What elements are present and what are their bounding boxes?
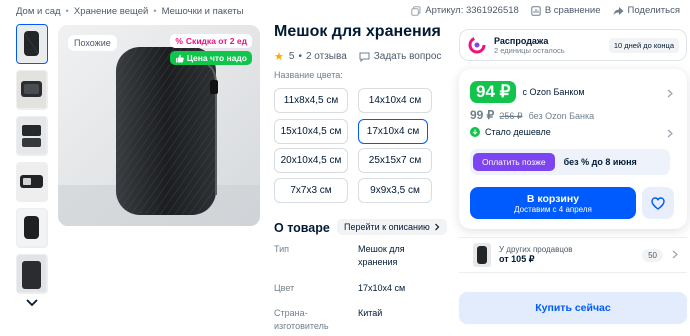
product-meta: Артикул: 3361926518 В сравнение Поделить… <box>411 5 680 16</box>
add-to-cart-label: В корзину <box>526 192 580 205</box>
heart-icon <box>651 196 665 210</box>
chevron-right-icon <box>672 250 678 259</box>
good-price-badge: Цена что надо <box>169 51 252 65</box>
thumbnail-5[interactable] <box>16 208 48 248</box>
breadcrumb-item-storage[interactable]: Хранение вещей <box>74 6 148 17</box>
delivery-date: Доставим с 4 апреля <box>514 204 592 214</box>
similar-button[interactable]: Похожие <box>68 35 117 51</box>
regular-price: 99 ₽ 256 ₽ без Ozon Банка <box>470 108 594 122</box>
breadcrumb-separator: • <box>153 6 157 17</box>
product-page: Дом и сад • Хранение вещей • Мешочки и п… <box>0 0 690 336</box>
good-price-label: Цена что надо <box>186 53 247 63</box>
color-name-label: Название цвета: <box>274 70 343 80</box>
spec-key-type: Тип <box>274 244 290 254</box>
price-dropped-label: Стало дешевле <box>485 127 551 137</box>
reviews-link[interactable]: 2 отзыва <box>306 51 347 62</box>
sale-logo-icon <box>468 36 486 54</box>
ask-question-label: Задать вопрос <box>373 51 442 62</box>
chevron-right-icon <box>667 89 673 98</box>
percent-icon: % <box>175 36 183 46</box>
main-product-image[interactable]: Похожие % Скидка от 2 ед Цена что надо <box>58 25 260 226</box>
thumbnail-4[interactable] <box>16 162 48 202</box>
ozon-bank-price-label: с Ozon Банком <box>522 87 585 97</box>
thumbnail-2[interactable] <box>16 70 48 110</box>
rating-row: ★ 5 • 2 отзыва Задать вопрос <box>274 50 441 63</box>
thumbs-up-icon <box>175 54 184 62</box>
share-label: Поделиться <box>627 5 680 16</box>
breadcrumb-separator: • <box>65 6 69 17</box>
thumbnails-scroll-down[interactable] <box>16 298 48 308</box>
promo-badges: % Скидка от 2 ед Цена что надо <box>169 34 252 68</box>
pay-later-button[interactable]: Оплатить позже <box>473 153 555 171</box>
size-option[interactable]: 11x8x4,5 см <box>274 88 348 113</box>
chevron-down-icon <box>26 299 38 307</box>
ozon-bank-price-value: 94 ₽ <box>470 81 517 103</box>
share-icon <box>613 6 624 15</box>
share-button[interactable]: Поделиться <box>613 5 680 16</box>
price-card: 94 ₽ с Ozon Банком 99 ₽ 256 ₽ без Ozon Б… <box>459 69 687 229</box>
sale-name: Распродажа <box>494 35 549 46</box>
spec-value-country: Китай <box>358 308 383 318</box>
size-option[interactable]: 14x10x4 см <box>358 88 432 113</box>
chevron-right-icon <box>667 129 673 138</box>
other-sellers-price: от 105 ₽ <box>499 254 535 264</box>
ask-question-link[interactable]: Задать вопрос <box>359 51 442 62</box>
discount-badge-label: Скидка от 2 ед <box>185 36 247 46</box>
installment-offer[interactable]: Оплатить позже без % до 8 июня <box>470 149 670 175</box>
old-price: 256 ₽ <box>499 111 523 121</box>
chevron-right-icon <box>434 223 440 231</box>
compare-label: В сравнение <box>544 5 601 16</box>
sale-text: Распродажа 2 единицы осталось <box>494 36 565 55</box>
thumbnail-6[interactable] <box>16 254 48 294</box>
breadcrumb-item-bags[interactable]: Мешочки и пакеты <box>162 6 244 17</box>
product-title: Мешок для хранения <box>274 23 441 40</box>
price-dropped: Стало дешевле <box>470 127 551 137</box>
spec-key-color: Цвет <box>274 283 295 293</box>
regular-price-value: 99 ₽ <box>470 108 495 122</box>
about-product-heading: О товаре <box>274 221 330 235</box>
size-option[interactable]: 7x7x3 см <box>274 178 348 203</box>
buy-now-button[interactable]: Купить сейчас <box>459 292 687 324</box>
sale-days-left: 10 дней до конца <box>608 38 679 53</box>
spec-key-country: Страна-изготовитель <box>274 308 329 331</box>
breadcrumb-item-home-garden[interactable]: Дом и сад <box>16 6 61 17</box>
gallery-thumbnails <box>16 24 48 308</box>
star-icon: ★ <box>274 51 284 63</box>
regular-price-label: без Ozon Банка <box>528 111 595 121</box>
size-option[interactable]: 20x10x4,5 см <box>274 148 348 173</box>
discount-badge: % Скидка от 2 ед <box>170 34 252 48</box>
rating-separator: • <box>298 51 302 62</box>
other-sellers-text: У других продавцов от 105 ₽ <box>499 245 573 265</box>
copy-icon <box>411 5 421 16</box>
favorite-button[interactable] <box>642 187 674 219</box>
size-option-selected[interactable]: 17x10x4 см <box>358 119 428 144</box>
size-option[interactable]: 15x10x4,5 см <box>274 119 348 144</box>
thumbnail-3[interactable] <box>16 116 48 156</box>
ozon-bank-price[interactable]: 94 ₽ с Ozon Банком <box>470 81 585 103</box>
breadcrumb: Дом и сад • Хранение вещей • Мешочки и п… <box>16 6 243 17</box>
spec-value-color: 17x10x4 см <box>358 283 406 293</box>
compare-icon <box>531 5 541 16</box>
article-number[interactable]: Артикул: 3361926518 <box>411 5 519 16</box>
spec-value-type: Мешок для хранения <box>358 244 405 267</box>
go-to-description-button[interactable]: Перейти к описанию <box>337 219 447 235</box>
other-sellers-label: У других продавцов <box>499 245 573 254</box>
arrow-down-icon <box>470 127 480 137</box>
question-icon <box>359 52 370 62</box>
thumbnail-1[interactable] <box>16 24 48 64</box>
compare-button[interactable]: В сравнение <box>531 5 601 16</box>
article-label: Артикул: 3361926518 <box>425 5 519 16</box>
size-option[interactable]: 25x15x7 см <box>358 148 432 173</box>
sale-remaining: 2 единицы осталось <box>494 45 565 55</box>
other-sellers-count: 50 <box>642 249 663 262</box>
add-to-cart-button[interactable]: В корзину Доставим с 4 апреля <box>470 187 636 219</box>
other-sellers[interactable]: У других продавцов от 105 ₽ 50 <box>459 237 687 273</box>
go-to-description-label: Перейти к описанию <box>344 222 430 232</box>
rating-value: 5 <box>288 51 295 62</box>
installment-text: без % до 8 июня <box>563 157 637 167</box>
size-option[interactable]: 9x9x3,5 см <box>358 178 432 203</box>
other-seller-thumbnail <box>473 243 491 267</box>
sale-banner[interactable]: Распродажа 2 единицы осталось 10 дней до… <box>459 29 687 61</box>
